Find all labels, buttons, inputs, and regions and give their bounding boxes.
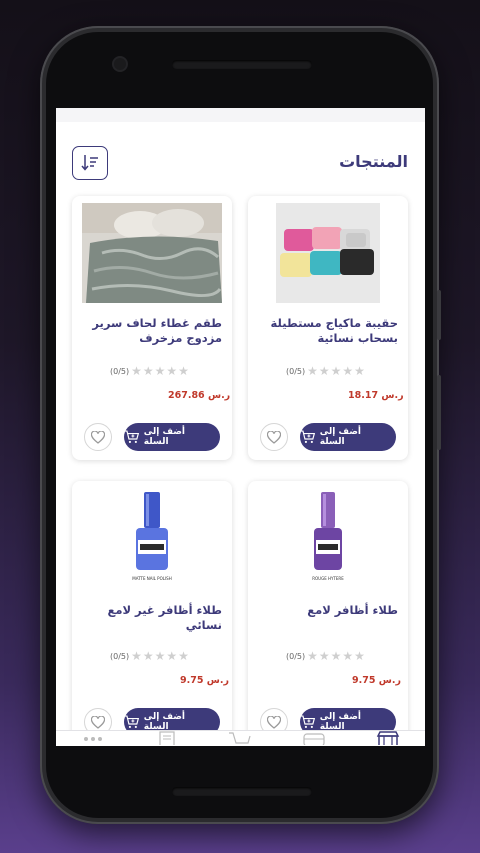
bed-cover-image xyxy=(82,203,222,303)
nav-categories[interactable] xyxy=(299,731,329,746)
nav-home[interactable] xyxy=(373,731,403,746)
product-card[interactable]: طقم غطاء لحاف سرير مزدوج مزخرف (0/5) ★★★… xyxy=(72,196,232,460)
sort-icon xyxy=(81,155,98,171)
orders-icon xyxy=(159,731,175,745)
heart-icon xyxy=(267,715,281,729)
star-rating-icon: ★★★★★ xyxy=(307,364,366,378)
sort-button[interactable] xyxy=(72,146,108,180)
more-icon xyxy=(83,737,102,741)
product-card[interactable]: MATTE NAIL POLISH طلاء أظافر غير لامع نس… xyxy=(72,481,232,746)
earpiece-speaker xyxy=(172,60,312,69)
product-price: 267.86 ر.س xyxy=(168,390,231,401)
star-rating-icon: ★★★★★ xyxy=(307,649,366,663)
rating-count: (0/5) xyxy=(110,651,130,661)
add-cart-icon xyxy=(124,430,140,444)
add-to-cart-label: أضف إلى السلة xyxy=(319,427,361,447)
product-name[interactable]: طقم غطاء لحاف سرير مزدوج مزخرف xyxy=(82,316,222,346)
product-rating: (0/5) ★★★★★ xyxy=(286,364,366,378)
add-to-cart-label: أضف إلى السلة xyxy=(143,427,185,447)
star-rating-icon: ★★★★★ xyxy=(131,649,190,663)
categories-icon xyxy=(303,733,325,745)
product-name[interactable]: طلاء أظافر غير لامع نسائي xyxy=(82,603,222,633)
product-image[interactable] xyxy=(258,203,398,303)
product-name[interactable]: حقيبة ماكياج مستطيلة بسحاب نسائية xyxy=(258,316,398,346)
nail-polish-brand-label: MATTE NAIL POLISH xyxy=(132,576,171,581)
product-card[interactable]: حقيبة ماكياج مستطيلة بسحاب نسائية (0/5) … xyxy=(248,196,408,460)
favorite-button[interactable] xyxy=(84,423,112,451)
product-image[interactable]: MATTE NAIL POLISH xyxy=(82,488,222,588)
product-price: 18.17 ر.س xyxy=(348,390,404,401)
page-header: المنتجات xyxy=(56,146,425,180)
product-name[interactable]: طلاء أظافر لامع xyxy=(258,603,398,618)
rating-count: (0/5) xyxy=(110,366,130,376)
home-icon xyxy=(376,731,400,745)
favorite-button[interactable] xyxy=(260,423,288,451)
bottom-navigation xyxy=(56,730,425,746)
cart-icon xyxy=(229,732,252,744)
nail-polish-brand-label: ROUGE HYTERE xyxy=(312,576,344,581)
product-rating: (0/5) ★★★★★ xyxy=(110,364,190,378)
product-card[interactable]: ROUGE HYTERE طلاء أظافر لامع (0/5) ★★★★★… xyxy=(248,481,408,746)
product-rating: (0/5) ★★★★★ xyxy=(110,649,190,663)
bottom-speaker xyxy=(172,787,312,796)
add-cart-icon xyxy=(300,715,316,729)
heart-icon xyxy=(267,430,281,444)
volume-button xyxy=(437,375,441,450)
product-price: 9.75 ر.س xyxy=(180,675,229,686)
nav-orders[interactable] xyxy=(152,731,182,746)
add-to-cart-label: أضف إلى السلة xyxy=(143,712,185,732)
nail-polish-image: MATTE NAIL POLISH xyxy=(132,492,172,581)
rating-count: (0/5) xyxy=(286,651,306,661)
product-price: 9.75 ر.س xyxy=(352,675,401,686)
heart-icon xyxy=(91,715,105,729)
app-screen: المنتجات حقيبة ماكياج مستطيلة بسحاب نسائ… xyxy=(56,108,425,746)
product-image[interactable]: ROUGE HYTERE xyxy=(258,488,398,588)
power-button xyxy=(437,290,441,340)
nav-cart[interactable] xyxy=(225,731,255,746)
add-cart-icon xyxy=(300,430,316,444)
page-title: المنتجات xyxy=(339,152,408,171)
add-to-cart-button[interactable]: أضف إلى السلة xyxy=(300,423,396,451)
star-rating-icon: ★★★★★ xyxy=(131,364,190,378)
product-image[interactable] xyxy=(82,203,222,303)
product-rating: (0/5) ★★★★★ xyxy=(286,649,366,663)
makeup-bags-image xyxy=(276,203,380,303)
front-camera xyxy=(114,58,126,70)
status-bar xyxy=(56,108,425,122)
heart-icon xyxy=(91,430,105,444)
add-to-cart-button[interactable]: أضف إلى السلة xyxy=(124,423,220,451)
add-cart-icon xyxy=(124,715,140,729)
rating-count: (0/5) xyxy=(286,366,306,376)
nail-polish-image: ROUGE HYTERE xyxy=(312,492,344,581)
add-to-cart-label: أضف إلى السلة xyxy=(319,712,361,732)
nav-more[interactable] xyxy=(78,731,108,746)
